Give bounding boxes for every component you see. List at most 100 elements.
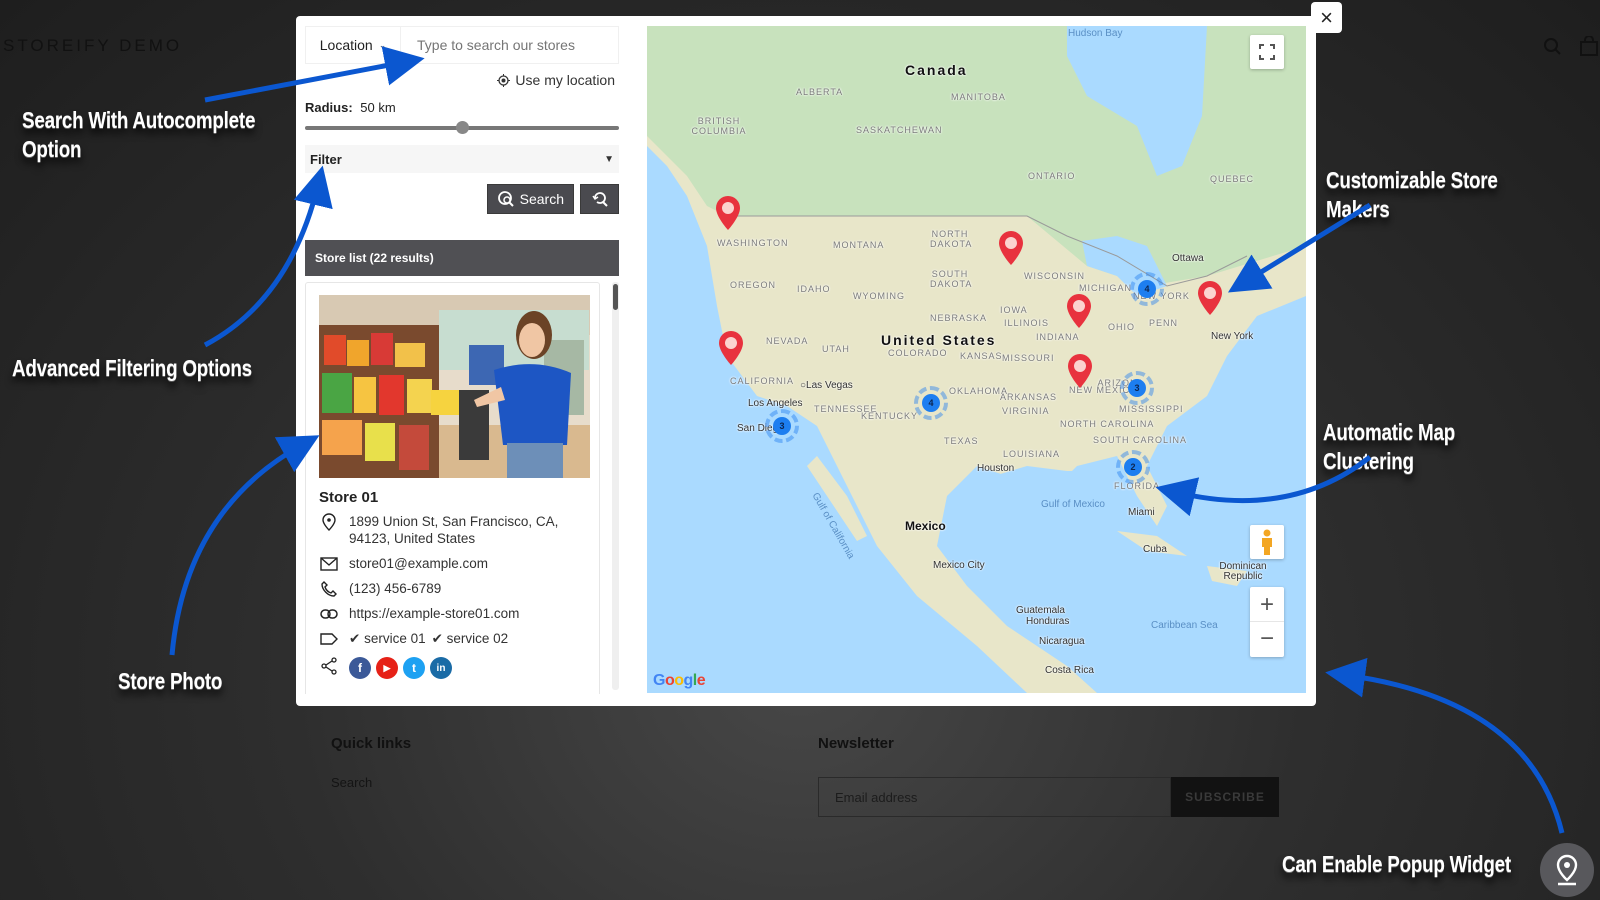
radius-slider-handle[interactable] — [456, 121, 469, 134]
cluster-count: 3 — [773, 417, 791, 435]
search-globe-icon — [497, 191, 514, 207]
newsletter-form: Email address SUBSCRIBE — [818, 777, 1279, 817]
search-type-select[interactable]: Location ⌄ — [306, 27, 401, 63]
map-label: Miami — [1128, 507, 1155, 518]
marker-cluster[interactable]: 3 — [1118, 369, 1156, 407]
cluster-count: 3 — [1128, 379, 1146, 397]
footer-link-search[interactable]: Search — [331, 775, 372, 790]
cluster-count: 4 — [922, 394, 940, 412]
chevron-down-icon: ⌄ — [378, 39, 387, 50]
linkedin-icon[interactable]: in — [430, 657, 452, 679]
arrow-popup — [1325, 657, 1565, 834]
subscribe-button[interactable]: SUBSCRIBE — [1171, 777, 1279, 817]
map-label: UTAH — [822, 344, 850, 354]
social-links: f ▶ t in — [349, 657, 452, 679]
crosshair-icon — [497, 73, 511, 87]
facebook-icon[interactable]: f — [349, 657, 371, 679]
store-website[interactable]: https://example-store01.com — [349, 605, 519, 623]
tag-icon — [319, 630, 339, 648]
store-search-input[interactable] — [401, 27, 618, 63]
marker-cluster[interactable]: 3 — [763, 407, 801, 445]
store-marker-pin[interactable] — [1197, 280, 1223, 316]
quick-links-heading: Quick links — [331, 735, 412, 752]
annotation-customizable-markers: Customizable Store Makers — [1326, 167, 1498, 222]
fullscreen-button[interactable] — [1250, 35, 1284, 69]
map-label: BRITISH COLUMBIA — [691, 116, 747, 136]
store-phone[interactable]: (123) 456-6789 — [349, 580, 441, 598]
map-label: Guatemala — [1016, 605, 1065, 616]
store-email-row: store01@example.com — [319, 555, 488, 573]
map-label: Nicaragua — [1039, 636, 1085, 647]
store-email[interactable]: store01@example.com — [349, 555, 488, 573]
arrow-photo — [169, 435, 320, 656]
zoom-in-button[interactable]: + — [1250, 588, 1284, 622]
mail-icon — [319, 555, 339, 573]
close-button[interactable]: × — [1311, 2, 1342, 33]
map-label: MICHIGAN — [1079, 283, 1132, 293]
radius-slider[interactable] — [305, 121, 619, 135]
store-list-heading: Store list (22 results) — [305, 240, 619, 276]
use-my-location-link[interactable]: Use my location — [305, 72, 619, 88]
marker-cluster[interactable]: 2 — [1114, 448, 1152, 486]
zoom-out-button[interactable]: − — [1250, 622, 1284, 656]
street-view-pegman[interactable] — [1250, 525, 1284, 559]
service-item: ✔ service 01 — [349, 631, 426, 646]
twitter-icon[interactable]: t — [403, 657, 425, 679]
annotation-popup-widget: Can Enable Popup Widget — [1282, 851, 1511, 877]
map-label: WYOMING — [853, 291, 905, 301]
map-label: INDIANA — [1036, 332, 1080, 342]
reset-search-icon — [591, 192, 608, 207]
reset-search-button[interactable] — [580, 184, 619, 214]
map-label: Cuba — [1143, 544, 1167, 555]
map-label: MANITOBA — [951, 92, 1006, 102]
store-marker-pin[interactable] — [715, 195, 741, 231]
store-social-row: f ▶ t in — [319, 657, 452, 679]
cluster-count: 2 — [1124, 458, 1142, 476]
search-icon[interactable] — [1542, 36, 1564, 56]
filter-dropdown[interactable]: Filter ▼ — [305, 145, 619, 173]
store-marker-pin[interactable] — [1067, 353, 1093, 389]
marker-cluster[interactable]: 4 — [1128, 270, 1166, 308]
map-label: TEXAS — [944, 436, 979, 446]
map-label: NORTH DAKOTA — [930, 229, 973, 249]
map-label: SOUTH DAKOTA — [930, 269, 973, 289]
map-label: WISCONSIN — [1024, 271, 1086, 281]
share-icon — [319, 657, 339, 675]
map-label: MISSOURI — [1002, 353, 1055, 363]
store-marker-pin[interactable] — [718, 330, 744, 366]
map-label: NEVADA — [766, 336, 809, 346]
google-logo: Google — [653, 672, 706, 689]
store-brand-logo[interactable]: STOREIFY DEMO — [3, 36, 182, 56]
footer-quick-links: Quick links — [331, 735, 411, 752]
store-list-scrollbar[interactable] — [612, 282, 619, 690]
phone-icon — [319, 580, 339, 598]
map-label: LOUISIANA — [1003, 449, 1061, 459]
map-label: MONTANA — [833, 240, 885, 250]
radius-value: 50 km — [360, 100, 396, 115]
map-label: ILLINOIS — [1004, 318, 1050, 328]
youtube-icon[interactable]: ▶ — [376, 657, 398, 679]
map-label: VIRGINIA — [1002, 406, 1050, 416]
store-address-row: 1899 Union St, San Francisco, CA, 94123,… — [319, 513, 579, 547]
store-marker-pin[interactable] — [1066, 293, 1092, 329]
store-list: Store 01 1899 Union St, San Francisco, C… — [305, 276, 619, 694]
radius-label: Radius: — [305, 100, 353, 115]
map-label: Gulf of Mexico — [1041, 499, 1105, 510]
popup-widget-button[interactable] — [1540, 843, 1594, 897]
marker-cluster[interactable]: 4 — [912, 384, 950, 422]
store-name: Store 01 — [319, 489, 379, 506]
map-label: ARKANSAS — [1000, 392, 1058, 402]
map-label: CALIFORNIA — [730, 376, 795, 386]
map-label: Dominican Republic — [1219, 561, 1267, 582]
search-button[interactable]: Search — [486, 184, 574, 214]
store-card[interactable]: Store 01 1899 Union St, San Francisco, C… — [305, 282, 600, 694]
search-type-value: Location — [319, 37, 373, 53]
annotation-search-autocomplete: Search With Autocomplete Option — [22, 107, 256, 162]
map-label: ○Las Vegas — [800, 380, 853, 391]
scrollbar-thumb[interactable] — [613, 284, 618, 310]
email-field[interactable]: Email address — [818, 777, 1171, 817]
cart-icon[interactable] — [1578, 36, 1600, 56]
map-label: SOUTH CAROLINA — [1093, 435, 1188, 445]
store-map[interactable]: Hudson Bay Canada ALBERTA BRITISH COLUMB… — [647, 26, 1306, 693]
store-marker-pin[interactable] — [998, 230, 1024, 266]
